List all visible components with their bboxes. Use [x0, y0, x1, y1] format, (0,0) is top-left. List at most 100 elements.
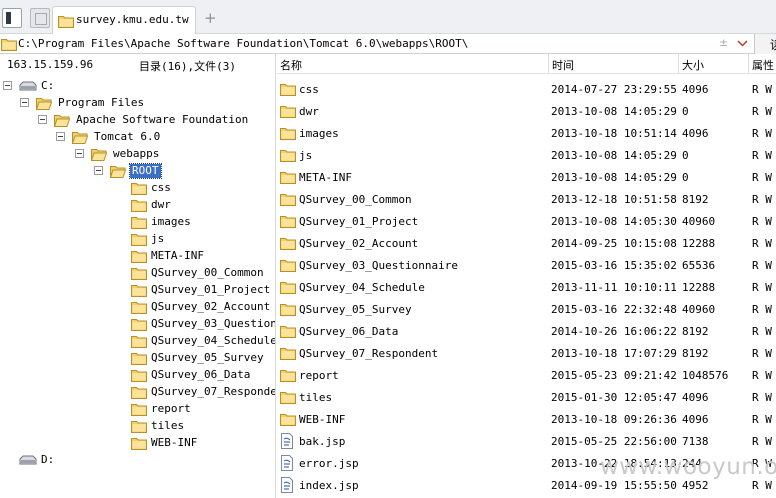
- item-attr: R W: [752, 127, 772, 140]
- chevron-down-icon[interactable]: [737, 40, 748, 47]
- tree-node-child[interactable]: js: [131, 231, 275, 247]
- collapse-icon[interactable]: [75, 149, 84, 158]
- tree-node-label: QSurvey_01_Project: [151, 283, 271, 296]
- item-size: 4096: [682, 127, 709, 140]
- folder-row[interactable]: QSurvey_00_Common 2013-12-18 10:51:58 8192…: [277, 188, 776, 210]
- tree-node-child[interactable]: QSurvey_01_Project: [131, 282, 275, 298]
- folder-row[interactable]: QSurvey_02_Account 2014-09-25 10:15:08 122…: [277, 232, 776, 254]
- tree-node-child[interactable]: QSurvey_02_Account: [131, 299, 275, 315]
- tree-node-webapps[interactable]: webapps: [75, 146, 275, 162]
- folder-row[interactable]: dwr 2013-10-08 14:05:29 0 R W: [277, 100, 776, 122]
- collapse-icon[interactable]: [56, 132, 65, 141]
- item-time: 2014-09-25 10:15:08: [551, 237, 677, 250]
- tree-node-child[interactable]: QSurvey_06_Data: [131, 367, 275, 383]
- collapse-icon[interactable]: [3, 81, 12, 90]
- folder-icon: [36, 96, 52, 110]
- tree-node-child[interactable]: dwr: [131, 197, 275, 213]
- folder-icon: [131, 368, 147, 382]
- item-attr: R W: [752, 105, 772, 118]
- folder-icon: [280, 214, 296, 228]
- read-button[interactable]: 读: [754, 34, 776, 54]
- collapse-icon[interactable]: [94, 166, 103, 175]
- item-time: 2013-12-18 10:51:58: [551, 193, 677, 206]
- item-size: 1048576: [682, 369, 729, 382]
- item-time: 2014-09-19 15:55:50: [551, 479, 677, 492]
- tree-header: 163.15.159.96 目录(16),文件(3): [0, 54, 275, 74]
- folder-icon: [131, 283, 147, 297]
- tree-node-drive-d[interactable]: D:: [3, 452, 203, 468]
- collapse-icon[interactable]: [38, 115, 47, 124]
- folder-row[interactable]: QSurvey_01_Project 2013-10-08 14:05:30 409…: [277, 210, 776, 232]
- item-name: tiles: [299, 391, 333, 404]
- folder-tree-pane: 163.15.159.96 目录(16),文件(3) C: Program Fi…: [0, 54, 276, 498]
- tree-node-label: QSurvey_05_Survey: [151, 351, 264, 364]
- folder-row[interactable]: images 2013-10-18 10:51:14 4096 R W: [277, 122, 776, 144]
- item-name: bak.jsp: [299, 435, 346, 448]
- tree-node-child[interactable]: META-INF: [131, 248, 275, 264]
- tree-node-tomcat[interactable]: Tomcat 6.0: [56, 129, 256, 145]
- folder-row[interactable]: META-INF 2013-10-08 14:05:29 0 R W: [277, 166, 776, 188]
- item-time: 2013-10-08 14:05:29: [551, 105, 677, 118]
- folder-icon: [280, 236, 296, 250]
- tree-node-apache[interactable]: Apache Software Foundation: [38, 112, 275, 128]
- tab-survey[interactable]: survey.kmu.edu.tw: [52, 6, 196, 35]
- folder-icon: [280, 390, 296, 404]
- folder-icon: [131, 385, 147, 399]
- tree-node-child[interactable]: WEB-INF: [131, 435, 275, 451]
- folder-row[interactable]: QSurvey_03_Questionnaire 2015-03-16 15:35…: [277, 254, 776, 276]
- tree-node-label: QSurvey_00_Common: [151, 266, 264, 279]
- panel-toggle-icon[interactable]: [2, 8, 22, 28]
- folder-icon: [280, 280, 296, 294]
- tree-node-label: dwr: [151, 198, 171, 211]
- column-header-name[interactable]: 名称: [277, 54, 549, 74]
- folder-icon: [91, 147, 107, 161]
- item-attr: R W: [752, 259, 772, 272]
- tree-node-child[interactable]: QSurvey_00_Common: [131, 265, 275, 281]
- tree-node-child[interactable]: images: [131, 214, 275, 230]
- folder-row[interactable]: css 2014-07-27 23:29:55 4096 R W: [277, 78, 776, 100]
- address-path[interactable]: C:\Program Files\Apache Software Foundat…: [18, 37, 468, 50]
- column-header-attr[interactable]: 属性: [749, 54, 776, 74]
- folder-row[interactable]: QSurvey_06_Data 2014-10-26 16:06:22 8192 R …: [277, 320, 776, 342]
- folder-row[interactable]: report 2015-05-23 09:21:42 1048576 R W: [277, 364, 776, 386]
- item-name: QSurvey_01_Project: [299, 215, 419, 228]
- address-bar[interactable]: C:\Program Files\Apache Software Foundat…: [0, 34, 776, 54]
- tree-node-root[interactable]: ROOT: [94, 163, 275, 179]
- folder-icon: [280, 170, 296, 184]
- folder-row[interactable]: WEB-INF 2013-10-18 09:26:36 4096 R W: [277, 408, 776, 430]
- tree-node-label: D:: [41, 453, 55, 466]
- column-header-time[interactable]: 时间: [549, 54, 679, 74]
- tree-node-child[interactable]: report: [131, 401, 275, 417]
- tree-node-drive-c[interactable]: C:: [3, 78, 203, 94]
- tree-node-child[interactable]: css: [131, 180, 275, 196]
- tree-node-child[interactable]: tiles: [131, 418, 275, 434]
- window-icon[interactable]: [30, 8, 50, 28]
- tree-node-program-files[interactable]: Program Files: [20, 95, 240, 111]
- folder-row[interactable]: tiles 2015-01-30 12:05:47 4096 R W: [277, 386, 776, 408]
- folder-row[interactable]: QSurvey_07_Respondent 2013-10-18 17:07:29…: [277, 342, 776, 364]
- tree-node-child[interactable]: QSurvey_07_Respondent: [131, 384, 275, 400]
- item-size: 0: [682, 105, 689, 118]
- folder-row[interactable]: QSurvey_05_Survey 2015-03-16 22:32:48 4096…: [277, 298, 776, 320]
- item-attr: R W: [752, 193, 772, 206]
- folder-row[interactable]: js 2013-10-08 14:05:29 0 R W: [277, 144, 776, 166]
- folder-row[interactable]: QSurvey_04_Schedule 2013-11-11 10:10:11 12…: [277, 276, 776, 298]
- item-counts: 目录(16),文件(3): [139, 60, 236, 73]
- tree-node-child[interactable]: QSurvey_05_Survey: [131, 350, 275, 366]
- column-header-size[interactable]: 大小: [679, 54, 749, 74]
- tree-node-child[interactable]: QSurvey_03_Questionna: [131, 316, 275, 332]
- add-tab-button[interactable]: +: [204, 9, 217, 27]
- tree-node-label: Program Files: [58, 96, 145, 109]
- folder-icon: [280, 148, 296, 162]
- collapse-icon[interactable]: [20, 98, 29, 107]
- folder-icon: [1, 37, 17, 51]
- item-time: 2015-01-30 12:05:47: [551, 391, 677, 404]
- file-list-pane: 名称 时间 大小 属性 css 2014-07-27 23:29:55 4096 R …: [277, 54, 776, 498]
- item-name: QSurvey_00_Common: [299, 193, 412, 206]
- folder-icon: [58, 14, 74, 28]
- sort-icon[interactable]: ±: [719, 36, 728, 49]
- file-row[interactable]: bak.jsp 2015-05-25 22:56:00 7138 R W: [277, 430, 776, 452]
- tree-node-child[interactable]: QSurvey_04_Schedule: [131, 333, 275, 349]
- item-attr: R W: [752, 149, 772, 162]
- item-name: error.jsp: [299, 457, 359, 470]
